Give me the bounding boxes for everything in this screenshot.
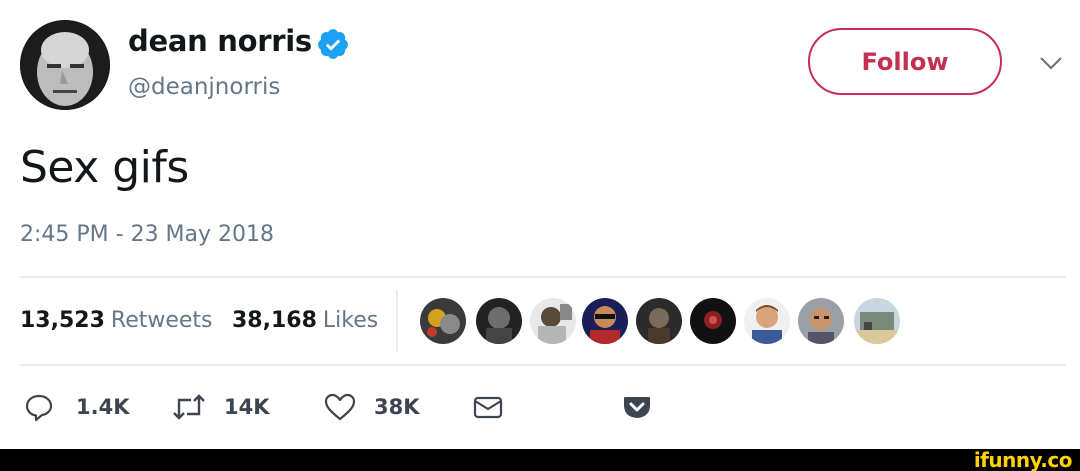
tweet-text: Sex gifs (20, 142, 189, 193)
ifunny-watermark: ifunny.co (973, 448, 1073, 471)
liker-avatar[interactable] (476, 298, 522, 344)
like-action[interactable]: 38K (324, 392, 420, 422)
retweets-count: 13,523 (20, 308, 105, 333)
liker-avatar[interactable] (798, 298, 844, 344)
liker-avatar[interactable] (530, 298, 576, 344)
liker-avatar[interactable] (582, 298, 628, 344)
divider-bottom (20, 364, 1066, 366)
liker-avatar[interactable] (420, 298, 466, 344)
chevron-down-icon[interactable] (1036, 52, 1066, 74)
likes-count: 38,168 (232, 308, 317, 333)
likes-label: Likes (322, 308, 379, 333)
retweet-icon (173, 394, 205, 420)
liker-avatar[interactable] (744, 298, 790, 344)
retweets-stat[interactable]: 13,523 Retweets (20, 308, 213, 333)
watermark-bar: ifunny.co (0, 449, 1080, 471)
likes-stat[interactable]: 38,168 Likes (232, 308, 378, 333)
retweet-action[interactable]: 14K (172, 392, 270, 422)
author-avatar[interactable] (20, 20, 110, 110)
direct-message-action[interactable] (472, 392, 504, 422)
retweet-count: 14K (224, 395, 270, 419)
liker-avatar[interactable] (854, 298, 900, 344)
reply-count: 1.4K (76, 395, 130, 419)
liker-avatar[interactable] (636, 298, 682, 344)
liker-avatar[interactable] (690, 298, 736, 344)
envelope-icon (473, 396, 503, 419)
tweet-timestamp[interactable]: 2:45 PM - 23 May 2018 (20, 222, 274, 247)
verified-badge-icon (318, 29, 348, 59)
like-count: 38K (374, 395, 420, 419)
stats-divider (396, 290, 398, 352)
author-handle[interactable]: @deanjnorris (128, 74, 280, 100)
reply-icon (25, 394, 53, 422)
divider-top (20, 276, 1066, 278)
heart-icon (324, 393, 356, 421)
author-name[interactable]: dean norris (128, 24, 312, 58)
retweets-label: Retweets (110, 308, 213, 333)
pocket-action[interactable] (622, 392, 652, 422)
pocket-icon (624, 397, 650, 418)
follow-button[interactable]: Follow (808, 28, 1002, 95)
reply-action[interactable]: 1.4K (24, 392, 129, 422)
